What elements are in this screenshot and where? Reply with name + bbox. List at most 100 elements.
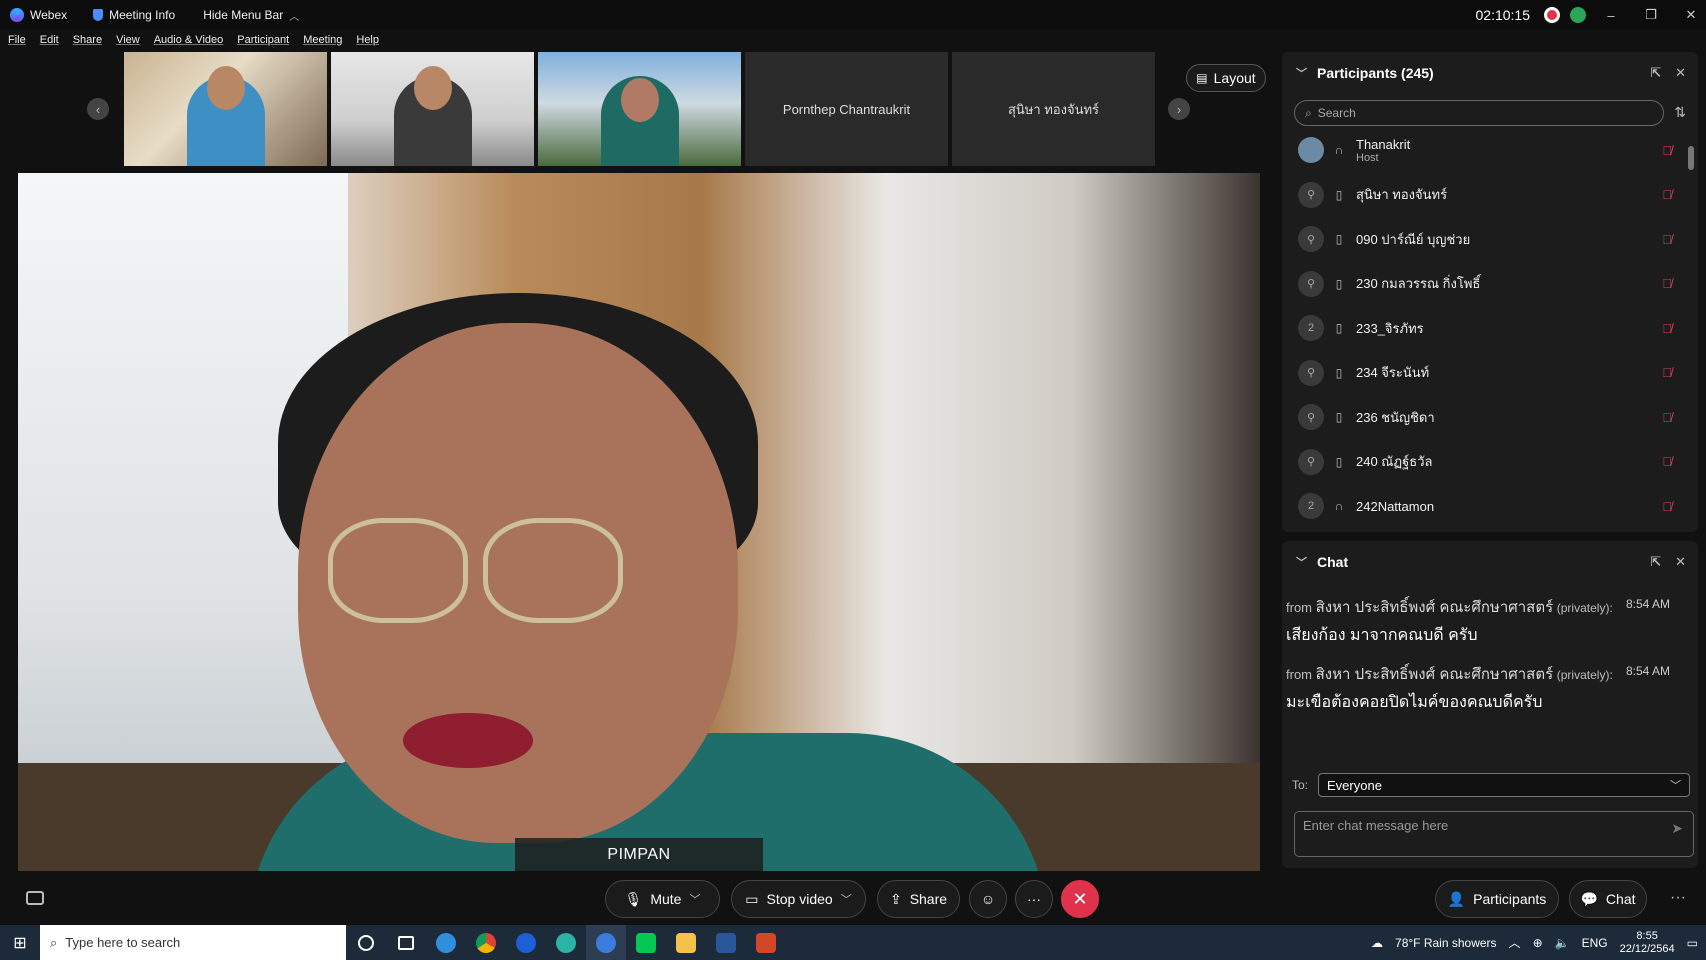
file-explorer-icon[interactable] xyxy=(666,925,706,960)
glasses-right xyxy=(483,518,623,623)
participants-scrollbar[interactable] xyxy=(1688,136,1694,516)
participant-name-thumb[interactable]: Pornthep Chantraukrit xyxy=(745,52,948,166)
close-icon[interactable]: ✕ xyxy=(1675,65,1686,81)
mute-button[interactable]: 🎙 Mute ﹀ xyxy=(605,880,720,918)
participants-search-input[interactable]: ⌕ Search xyxy=(1294,100,1664,126)
participant-row[interactable]: ⚲ ▯ สุนิษา ทองจันทร์ 🎙̸ xyxy=(1282,173,1682,218)
chat-header[interactable]: ﹀ Chat ⇱ ✕ xyxy=(1282,541,1698,583)
recording-icon[interactable] xyxy=(1544,7,1560,23)
menu-view[interactable]: View xyxy=(116,34,140,46)
muted-mic-icon[interactable]: 🎙̸ xyxy=(1662,143,1672,158)
participant-row[interactable]: ⚲ ▯ 230 กมลวรรณ กิ่งโพธิ์ 🎙̸ xyxy=(1282,262,1682,307)
participant-video-thumb[interactable] xyxy=(124,52,327,166)
menu-file[interactable]: File xyxy=(8,34,26,46)
chat-message: from สิงหา ประสิทธิ์พงศ์ คณะศึกษาศาสตร์ … xyxy=(1282,589,1682,656)
volume-icon[interactable]: 🔈 xyxy=(1555,936,1570,950)
webex-icon[interactable] xyxy=(506,925,546,960)
hide-menu-bar-label: Hide Menu Bar xyxy=(203,8,284,22)
participant-row[interactable]: 2 ▯ 233_จิรภัทร 🎙̸ xyxy=(1282,306,1682,351)
phone-icon: ▯ xyxy=(1335,321,1343,336)
word-icon[interactable] xyxy=(706,925,746,960)
chat-panel: ﹀ Chat ⇱ ✕ from สิงหา ประสิทธิ์พงศ์ คณะศ… xyxy=(1282,541,1698,868)
menu-edit[interactable]: Edit xyxy=(40,34,59,46)
thumbnails-next-button[interactable]: › xyxy=(1168,98,1190,120)
end-call-button[interactable]: ✕ xyxy=(1061,880,1099,918)
meeting-info-button[interactable]: Meeting Info xyxy=(93,8,175,22)
chevron-down-icon[interactable]: ﹀ xyxy=(689,891,700,907)
reactions-button[interactable]: ☺ xyxy=(969,880,1007,918)
chevron-down-icon[interactable]: ﹀ xyxy=(1296,554,1307,570)
share-button[interactable]: ⇪ Share xyxy=(877,880,960,918)
muted-mic-icon[interactable]: 🎙̸ xyxy=(1662,410,1672,425)
headset-icon: ∩ xyxy=(1334,499,1344,514)
restore-icon[interactable]: ❐ xyxy=(1636,7,1666,23)
menu-participant[interactable]: Participant xyxy=(237,34,289,46)
menu-meeting[interactable]: Meeting xyxy=(303,34,342,46)
participant-row[interactable]: ∩ Thanakrit Host 🎙̸ xyxy=(1282,128,1682,173)
headset-icon: ∩ xyxy=(1334,143,1344,158)
sort-icon[interactable]: ⇅ xyxy=(1674,104,1686,121)
weather-text[interactable]: 78°F Rain showers xyxy=(1395,936,1497,950)
chat-message-input[interactable]: Enter chat message here ➤ xyxy=(1294,811,1694,857)
participant-video-thumb[interactable] xyxy=(538,52,741,166)
stop-video-button[interactable]: ▭ Stop video ﹀ xyxy=(731,880,866,918)
hide-menu-bar-button[interactable]: Hide Menu Bar ︿ xyxy=(203,8,299,23)
line-icon[interactable] xyxy=(626,925,666,960)
close-icon[interactable]: ✕ xyxy=(1676,7,1706,23)
menu-help[interactable]: Help xyxy=(356,34,379,46)
active-speaker-video[interactable] xyxy=(18,173,1260,871)
participant-video-thumb[interactable] xyxy=(331,52,534,166)
scrollbar-thumb[interactable] xyxy=(1688,146,1694,170)
network-icon[interactable]: ⊕ xyxy=(1533,936,1543,950)
thumbnails-prev-button[interactable]: ‹ xyxy=(87,98,109,120)
captions-icon[interactable] xyxy=(26,891,44,905)
muted-mic-icon[interactable]: 🎙̸ xyxy=(1662,499,1672,514)
recipient-value: Everyone xyxy=(1327,777,1382,793)
minimize-icon[interactable]: – xyxy=(1596,8,1626,23)
muted-mic-icon[interactable]: 🎙̸ xyxy=(1662,365,1672,380)
muted-mic-icon[interactable]: 🎙̸ xyxy=(1662,321,1672,336)
chrome-icon[interactable] xyxy=(466,925,506,960)
overflow-menu-icon[interactable]: ··· xyxy=(1670,889,1686,907)
muted-mic-icon[interactable]: 🎙̸ xyxy=(1662,276,1672,291)
menu-audio-video[interactable]: Audio & Video xyxy=(154,34,224,46)
edge-icon[interactable] xyxy=(546,925,586,960)
muted-mic-icon[interactable]: 🎙̸ xyxy=(1662,232,1672,247)
participant-row[interactable]: ⚲ ▯ 234 จีระนันท์ 🎙̸ xyxy=(1282,351,1682,396)
powerpoint-icon[interactable] xyxy=(746,925,786,960)
muted-mic-icon[interactable]: 🎙̸ xyxy=(1662,187,1672,202)
pop-out-icon[interactable]: ⇱ xyxy=(1650,554,1661,570)
chat-button[interactable]: 💬 Chat xyxy=(1569,880,1647,918)
participants-button[interactable]: 👤 Participants xyxy=(1435,880,1559,918)
participant-row[interactable]: ⚲ ▯ 090 ปาร์ณีย์ บุญช่วย 🎙̸ xyxy=(1282,217,1682,262)
participant-row[interactable]: 2 ∩ 242Nattamon 🎙̸ xyxy=(1282,484,1682,529)
menu-share[interactable]: Share xyxy=(73,34,102,46)
language-indicator[interactable]: ENG xyxy=(1582,936,1608,950)
chevron-up-icon[interactable]: ︿ xyxy=(1509,934,1521,951)
participants-label: Participants xyxy=(1473,891,1547,907)
chevron-down-icon[interactable]: ﹀ xyxy=(1296,65,1307,81)
taskbar-search-input[interactable]: ⌕ Type here to search xyxy=(40,925,346,960)
task-view-icon[interactable] xyxy=(386,925,426,960)
internet-explorer-icon[interactable] xyxy=(426,925,466,960)
muted-mic-icon[interactable]: 🎙̸ xyxy=(1662,454,1672,469)
send-icon[interactable]: ➤ xyxy=(1671,820,1683,837)
pop-out-icon[interactable]: ⇱ xyxy=(1650,65,1661,81)
chat-recipient-row: To: Everyone ﹀ xyxy=(1292,773,1691,797)
cortana-icon[interactable] xyxy=(346,925,386,960)
participant-row[interactable]: ⚲ ▯ 236 ชนัญชิดา 🎙̸ xyxy=(1282,395,1682,440)
participant-name-thumb[interactable]: สุนิษา ทองจันทร์ xyxy=(952,52,1155,166)
recipient-select[interactable]: Everyone ﹀ xyxy=(1318,773,1691,797)
secure-connection-icon[interactable] xyxy=(1570,7,1586,23)
layout-button[interactable]: ▤ Layout xyxy=(1186,64,1266,92)
close-icon[interactable]: ✕ xyxy=(1675,554,1686,570)
taskbar-clock[interactable]: 8:55 22/12/2564 xyxy=(1620,930,1675,956)
notification-icon[interactable]: ▭ xyxy=(1687,936,1698,950)
participant-row[interactable]: ⚲ ▯ 240 ณัฏฐ์ธวัล 🎙̸ xyxy=(1282,440,1682,485)
message-header: from สิงหา ประสิทธิ์พงศ์ คณะศึกษาศาสตร์ … xyxy=(1286,595,1670,619)
participants-header[interactable]: ﹀ Participants (245) ⇱ ✕ xyxy=(1282,52,1698,94)
webex-meeting-icon[interactable] xyxy=(586,925,626,960)
more-options-button[interactable]: ··· xyxy=(1015,880,1053,918)
windows-start-icon[interactable]: ⊞ xyxy=(0,925,40,960)
chevron-down-icon[interactable]: ﹀ xyxy=(841,891,852,907)
